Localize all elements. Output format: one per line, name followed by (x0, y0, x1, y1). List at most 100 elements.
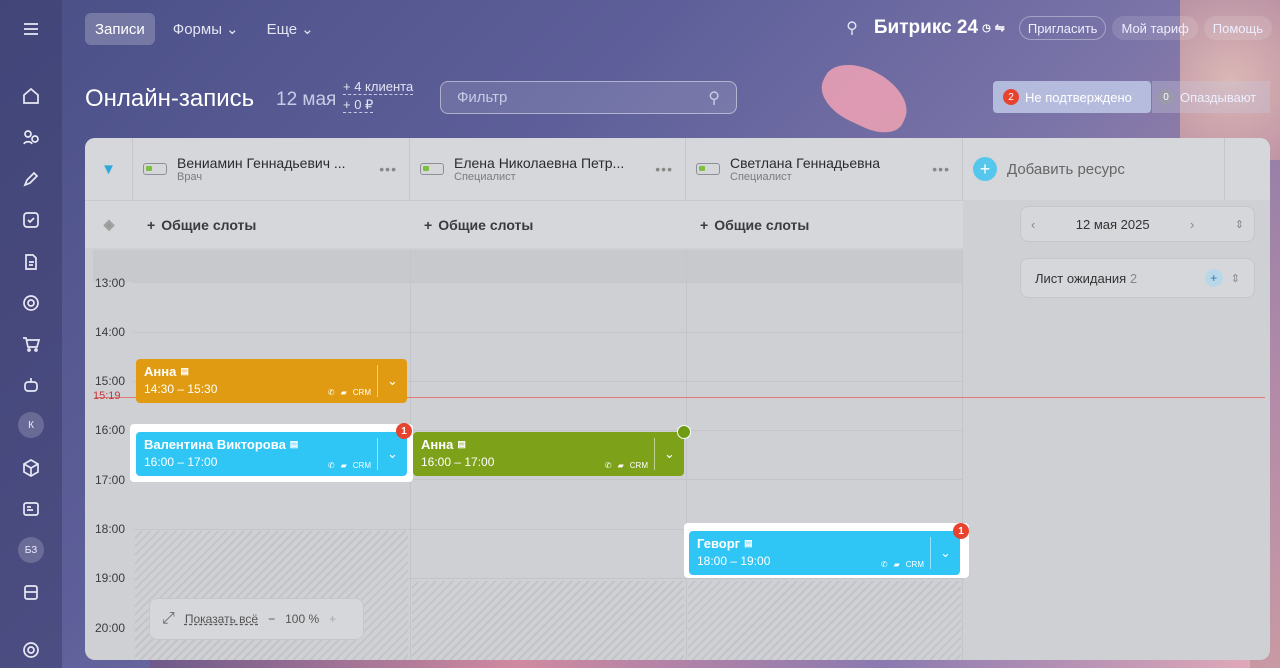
chevron-left-icon[interactable]: ‹ (1031, 217, 1035, 232)
plus-icon: + (424, 216, 433, 233)
page-date: 12 мая (276, 89, 337, 110)
unavailable-area (135, 531, 408, 660)
resource-header-1[interactable]: Вениамин Геннадьевич ... Врач ••• (133, 138, 410, 200)
booking-client: Анна (144, 364, 177, 379)
booking-card[interactable]: Анна ▤ 16:00 – 17:00 ✆ ▰ CRM ⌄ (413, 432, 684, 476)
zoom-in-button[interactable]: + (329, 612, 336, 626)
layers-icon: ◈ (103, 216, 115, 232)
booking-dropdown[interactable]: ⌄ (930, 537, 960, 569)
phone-icon[interactable]: ✆ (328, 388, 335, 397)
chat-icon[interactable]: ▰ (341, 461, 347, 470)
hour-label: 19:00 (95, 571, 126, 585)
funnel-icon: ▼ (101, 160, 116, 178)
help-button[interactable]: Помощь (1203, 16, 1272, 40)
resource-header-3[interactable]: Светлана Геннадьевна Специалист ••• (686, 138, 963, 200)
pen-icon[interactable] (19, 167, 43, 191)
left-sidebar: К БЗ (0, 0, 62, 668)
booking-dropdown[interactable]: ⌄ (377, 438, 407, 470)
chat-icon[interactable]: ▰ (894, 560, 900, 569)
common-slots-button[interactable]: + Общие слоты (410, 200, 686, 248)
filter-placeholder: Фильтр (457, 89, 508, 106)
chevron-right-icon[interactable]: › (1190, 217, 1194, 232)
crm-icon[interactable]: CRM (630, 461, 648, 470)
contact-card-icon[interactable] (19, 497, 43, 521)
add-resource-button[interactable]: + Добавить ресурс (963, 138, 1225, 200)
stat-money[interactable]: + 0 ₽ (343, 97, 374, 113)
document-icon[interactable] (19, 250, 43, 274)
booking-dropdown[interactable]: ⌄ (654, 438, 684, 470)
waitlist-label: Лист ожидания (1035, 270, 1127, 286)
layers-cell[interactable]: ◈ (85, 200, 133, 248)
nav-more[interactable]: Еще ⌄ (257, 13, 324, 45)
crm-icon[interactable]: CRM (353, 388, 371, 397)
note-icon: ▤ (457, 439, 466, 449)
hour-label: 17:00 (95, 473, 126, 487)
fullscreen-icon[interactable]: ⤢ (162, 610, 175, 628)
invite-button[interactable]: Пригласить (1018, 16, 1107, 40)
chevron-down-icon: ⌄ (664, 446, 675, 461)
menu-icon[interactable] (19, 17, 43, 41)
plus-icon: + (147, 216, 156, 233)
resource-role: Специалист (454, 171, 516, 183)
plus-icon: + (973, 157, 997, 181)
unconfirmed-label: Не подтверждено (1025, 89, 1132, 105)
settings-gear-icon[interactable] (19, 638, 43, 662)
home-icon[interactable] (19, 84, 43, 108)
booking-card[interactable]: Геворг ▤ 18:00 – 19:00 ✆ ▰ CRM ⌄ (689, 531, 960, 575)
task-icon[interactable] (19, 208, 43, 232)
confirmed-check-icon (677, 425, 691, 439)
building-icon[interactable] (19, 580, 43, 604)
booking-card[interactable]: Валентина Викторова ▤ 16:00 – 17:00 ✆ ▰ CRM… (136, 432, 407, 476)
chat-icon[interactable]: ▰ (618, 461, 624, 470)
more-dots-icon[interactable]: ••• (655, 161, 673, 177)
cart-icon[interactable] (19, 332, 43, 356)
unconfirmed-button[interactable]: 2 Не подтверждено (993, 81, 1151, 113)
crm-icon[interactable]: CRM (906, 560, 924, 569)
stat-clients[interactable]: + 4 клиента (343, 79, 414, 95)
tariff-button[interactable]: Мой тариф (1112, 16, 1198, 40)
date-picker[interactable]: ‹ 12 мая 2025 › ⇕ (1020, 206, 1255, 242)
zoom-out-button[interactable]: − (268, 612, 275, 626)
brand-logo[interactable]: Битрикс 24 ◷ ⇋ (874, 17, 1005, 39)
expand-icon[interactable]: ⇕ (1231, 272, 1240, 285)
note-icon: ▤ (289, 439, 299, 449)
side-panel: ‹ 12 мая 2025 › ⇕ Лист ожидания 2 + ⇕ (1020, 206, 1255, 298)
more-dots-icon[interactable]: ••• (379, 161, 397, 177)
add-waitlist-icon[interactable]: + (1204, 269, 1223, 287)
crm-icon[interactable]: CRM (353, 461, 371, 470)
battery-icon (696, 163, 720, 175)
search-icon[interactable]: ⚲ (846, 18, 858, 38)
resource-filter-cell[interactable]: ▼ (85, 138, 133, 200)
avatar-k[interactable]: К (18, 412, 44, 438)
late-button[interactable]: 0 Опаздывают (1152, 81, 1270, 113)
avatar-bz[interactable]: БЗ (18, 537, 44, 563)
resource-name: Елена Николаевна Петр... (454, 155, 625, 171)
note-icon: ▤ (744, 538, 753, 548)
nav-records[interactable]: Записи (85, 13, 155, 45)
unconfirmed-count: 2 (1003, 89, 1019, 105)
zoom-level: 100 % (285, 612, 320, 626)
filter-input[interactable]: Фильтр ⚲ (440, 81, 737, 114)
booking-card[interactable]: Анна ▤ 14:30 – 15:30 ✆ ▰ CRM ⌄ (136, 359, 407, 403)
phone-icon[interactable]: ✆ (328, 461, 335, 470)
phone-icon[interactable]: ✆ (881, 560, 888, 569)
chat-icon[interactable]: ▰ (341, 388, 347, 397)
box-icon[interactable] (19, 456, 43, 480)
common-slots-button[interactable]: + Общие слоты (133, 200, 410, 248)
more-dots-icon[interactable]: ••• (932, 161, 950, 177)
phone-icon[interactable]: ✆ (605, 461, 612, 470)
common-slots-button[interactable]: + Общие слоты (686, 200, 963, 248)
show-all-link[interactable]: Показать всё (185, 612, 258, 626)
header-spacer (1225, 138, 1270, 200)
resource-header-2[interactable]: Елена Николаевна Петр... Специалист ••• (410, 138, 686, 200)
booking-dropdown[interactable]: ⌄ (377, 365, 407, 397)
expand-icon[interactable]: ⇕ (1235, 218, 1244, 231)
nav-forms[interactable]: Формы ⌄ (163, 13, 249, 45)
clock-icon: ◷ (982, 22, 991, 34)
target-icon[interactable] (19, 291, 43, 315)
chevron-down-icon: ⌄ (940, 545, 951, 560)
robot-icon[interactable] (19, 373, 43, 397)
alert-badge: 1 (396, 423, 412, 439)
waitlist-button[interactable]: Лист ожидания 2 + ⇕ (1020, 258, 1255, 298)
people-icon[interactable] (19, 125, 43, 149)
